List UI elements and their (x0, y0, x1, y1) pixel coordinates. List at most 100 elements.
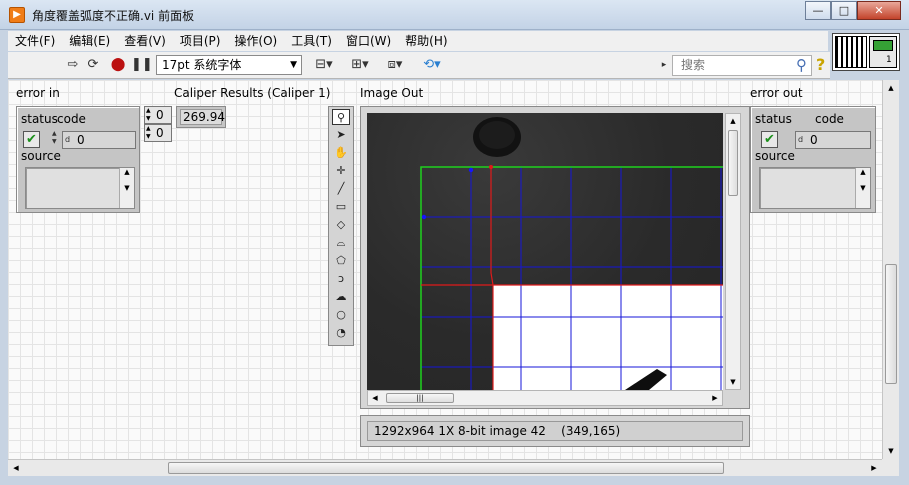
freehand-tool-icon[interactable]: ↄ (332, 271, 350, 287)
image-hscroll-thumb[interactable]: ||| (386, 393, 454, 403)
error-in-cluster: status code ✔ ▲ ▼ d 0 source ▲ ▼ (16, 106, 140, 213)
menu-help[interactable]: 帮助(H) (398, 31, 454, 51)
pause-icon[interactable]: ❚❚ (131, 56, 153, 74)
image-tool-palette: ⚲ ➤ ✋ ✛ ╱ ▭ ◇ ⌓ ⬠ ↄ ☁ ○ ◔ (328, 106, 354, 346)
error-out-code-label: code (815, 112, 844, 126)
error-out-code-value: 0 (810, 133, 818, 147)
polygon-tool-icon[interactable]: ⬠ (332, 253, 350, 269)
font-select[interactable]: 17pt 系统字体 ▼ (156, 55, 302, 75)
labview-app-icon[interactable]: ▶ (9, 7, 25, 23)
error-out-cluster: status code ✔ d 0 source ▲ ▼ (750, 106, 876, 213)
scroll-down-icon[interactable]: ▼ (883, 443, 899, 459)
reorder-icon[interactable]: ⟲▾ (418, 56, 446, 74)
error-in-source-field[interactable]: ▲ ▼ (25, 167, 135, 209)
window-title-bar: ▶ 角度覆盖弧度不正确.vi 前面板 — □ ✕ (0, 0, 909, 30)
panel-hscroll-thumb[interactable] (168, 462, 724, 474)
scroll-right-icon[interactable]: ▶ (866, 460, 882, 476)
caliper-index-2-value: 0 (156, 126, 164, 140)
vi-icon-connector-pane[interactable]: 1 (832, 33, 900, 71)
maximize-button[interactable]: □ (831, 1, 857, 20)
index-increment-icon: ▲ ▼ (146, 107, 151, 122)
menu-file[interactable]: 文件(F) (8, 31, 62, 51)
image-white-region (493, 285, 723, 390)
radix-icon: d (65, 135, 71, 144)
menu-project[interactable]: 项目(P) (173, 31, 228, 51)
caliper-index-1[interactable]: ▲ ▼ 0 (144, 106, 172, 124)
error-in-code-value: 0 (77, 133, 85, 147)
menu-window[interactable]: 窗口(W) (339, 31, 398, 51)
error-in-code-label: code (57, 112, 86, 126)
error-out-source-scrollbar[interactable]: ▲ ▼ (855, 168, 870, 208)
error-out-source-field: ▲ ▼ (759, 167, 871, 209)
image-info-text: 1292x964 1X 8-bit image 42 (349,165) (367, 421, 743, 441)
search-box[interactable]: ⚲ (672, 55, 812, 76)
align-objects-icon[interactable]: ⊟▾ (310, 56, 338, 74)
index-increment-icon: ▲ ▼ (146, 125, 151, 140)
font-select-value: 17pt 系统字体 (162, 58, 242, 72)
menu-bar: 文件(F) 编辑(E) 查看(V) 项目(P) 操作(O) 工具(T) 窗口(W… (8, 31, 828, 51)
menu-operate[interactable]: 操作(O) (227, 31, 284, 51)
scrollbar-corner (882, 459, 899, 476)
error-in-code-increment[interactable]: ▲ ▼ (52, 130, 61, 146)
oval-tool-icon[interactable]: ○ (332, 307, 350, 323)
scroll-left-icon[interactable]: ◀ (368, 391, 382, 405)
connector-pane-icon (835, 36, 867, 68)
run-continuously-icon[interactable]: ⟳ (84, 56, 102, 74)
error-in-source-label: source (21, 149, 61, 163)
error-in-status-label: status (21, 112, 58, 126)
scroll-up-icon[interactable]: ▲ (883, 80, 899, 96)
annulus-tool-icon[interactable]: ⌓ (332, 235, 350, 251)
error-out-code-field: d 0 (795, 131, 871, 149)
caliper-point-2 (421, 214, 427, 220)
panel-horizontal-scrollbar[interactable]: ◀ ▶ (8, 459, 882, 476)
error-in-source-scrollbar[interactable]: ▲ ▼ (119, 168, 134, 208)
error-in-status-checkbox[interactable]: ✔ (23, 131, 40, 148)
front-panel: error in status code ✔ ▲ ▼ d 0 source ▲ ▼ … (8, 80, 882, 459)
minimize-button[interactable]: — (805, 1, 831, 20)
menu-tools[interactable]: 工具(T) (284, 31, 339, 51)
context-help-icon[interactable]: ? (816, 55, 832, 75)
image-horizontal-scrollbar[interactable]: ◀ ||| ▶ (367, 390, 723, 406)
search-input[interactable] (681, 56, 789, 74)
point-tool-icon[interactable]: ✛ (332, 163, 350, 179)
scroll-up-icon[interactable]: ▲ (726, 114, 740, 128)
zoom-tool-icon[interactable]: ⚲ (332, 109, 350, 125)
image-canvas[interactable] (367, 113, 723, 390)
broken-annulus-tool-icon[interactable]: ◔ (332, 325, 350, 341)
search-expand-icon[interactable]: ▸ (658, 56, 670, 74)
panel-vscroll-thumb[interactable] (885, 264, 897, 384)
menu-edit[interactable]: 编辑(E) (62, 31, 117, 51)
error-in-code-field[interactable]: d 0 (62, 131, 136, 149)
image-vertical-scrollbar[interactable]: ▲ ▼ (725, 113, 741, 390)
caliper-point-3 (489, 165, 493, 169)
abort-execution-icon[interactable]: ⬤ (109, 56, 127, 74)
error-out-label: error out (750, 86, 803, 100)
caliper-results-label: Caliper Results (Caliper 1) (174, 86, 331, 100)
pointer-tool-icon[interactable]: ➤ (332, 127, 350, 143)
line-tool-icon[interactable]: ╱ (332, 181, 350, 197)
resize-objects-icon[interactable]: ⧈▾ (381, 56, 409, 74)
error-out-source-label: source (755, 149, 795, 163)
close-button[interactable]: ✕ (857, 1, 901, 20)
scroll-down-icon[interactable]: ▼ (726, 375, 740, 389)
pan-tool-icon[interactable]: ✋ (332, 145, 350, 161)
chevron-down-icon: ▼ (290, 60, 297, 70)
menu-view[interactable]: 查看(V) (117, 31, 173, 51)
error-out-status-indicator: ✔ (761, 131, 778, 148)
caliper-result-value: 269.94 (180, 109, 225, 125)
distribute-objects-icon[interactable]: ⊞▾ (346, 56, 374, 74)
rectangle-tool-icon[interactable]: ▭ (332, 199, 350, 215)
run-arrow-icon[interactable]: ⇨ (64, 56, 82, 74)
freehand-region-tool-icon[interactable]: ☁ (332, 289, 350, 305)
search-icon[interactable]: ⚲ (796, 56, 807, 74)
rotated-rectangle-tool-icon[interactable]: ◇ (332, 217, 350, 233)
image-display: ▲ ▼ ◀ ||| ▶ (360, 106, 750, 409)
image-overlay-svg (420, 117, 723, 390)
scroll-right-icon[interactable]: ▶ (708, 391, 722, 405)
scroll-left-icon[interactable]: ◀ (8, 460, 24, 476)
panel-vertical-scrollbar[interactable]: ▲ ▼ (882, 80, 899, 459)
caliper-index-2[interactable]: ▲ ▼ 0 (144, 124, 172, 142)
image-vscroll-thumb[interactable] (728, 130, 738, 196)
vi-icon-image: 1 (869, 36, 897, 68)
image-out-label: Image Out (360, 86, 424, 100)
